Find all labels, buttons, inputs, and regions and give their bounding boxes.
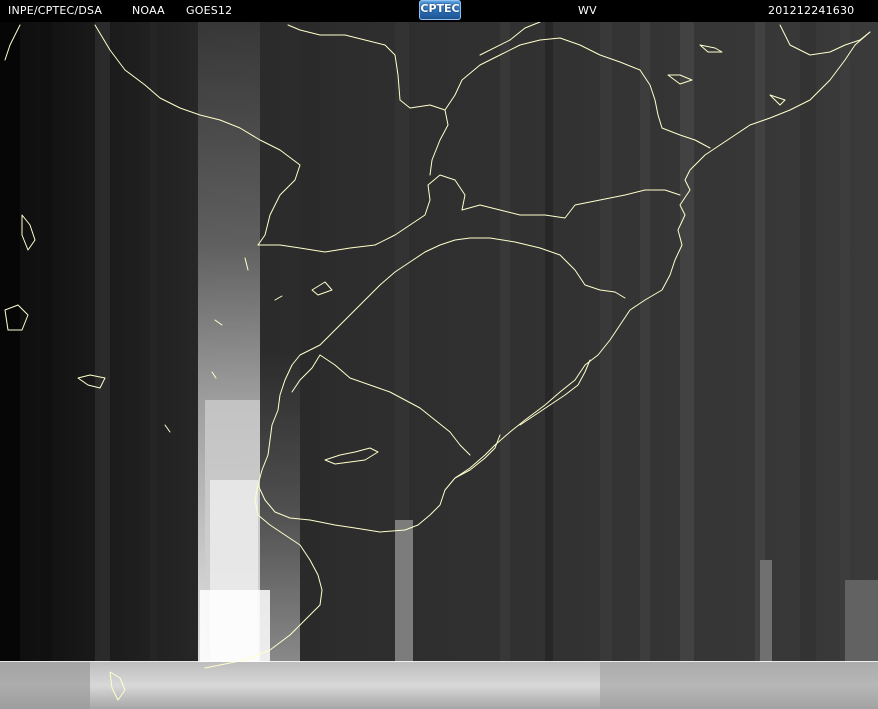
boundary-brazil-north <box>287 24 449 176</box>
island-west-2 <box>4 304 29 331</box>
boundary-brazil-states-2 <box>454 237 626 299</box>
small-lake <box>77 374 106 389</box>
map-overlay <box>4 21 871 701</box>
coastal-feature-3 <box>164 424 171 433</box>
lagoon-patos <box>519 359 591 426</box>
datetime-label: 201212241630 <box>768 4 855 17</box>
coastal-feature-2 <box>211 371 217 379</box>
coastal-feature-4 <box>244 257 249 271</box>
coastline-uruguay-argentina <box>257 239 456 533</box>
satellite-label: GOES12 <box>186 4 233 17</box>
boundary-argentina-north <box>94 24 301 246</box>
falklands-outline <box>109 671 126 701</box>
island-northeast-2 <box>667 74 693 85</box>
satellite-image-frame: INPE/CPTEC/DSA NOAA GOES12 CPTEC WV 2012… <box>0 0 878 709</box>
boundary-brazil-states-1 <box>461 189 681 219</box>
coastline-atlantic <box>404 31 871 531</box>
island-east <box>769 94 786 106</box>
boundary-brazil-northeast <box>444 37 711 149</box>
organization-label: INPE/CPTEC/DSA <box>8 4 103 17</box>
island-west <box>21 214 36 251</box>
coastal-feature-6 <box>311 281 333 296</box>
boundary-uruguay-brazil <box>319 354 471 456</box>
image-edge-line <box>0 661 878 662</box>
channel-label: WV <box>578 4 597 17</box>
image-header-bar: INPE/CPTEC/DSA NOAA GOES12 CPTEC WV 2012… <box>0 0 878 22</box>
coastline-rio-de-la-plata <box>204 484 323 669</box>
logo-text: CPTEC <box>420 2 460 15</box>
coastal-feature-1 <box>214 319 223 326</box>
agency-label: NOAA <box>132 4 165 17</box>
boundary-northwest <box>4 24 21 61</box>
lake-outline <box>324 447 379 465</box>
lagoon-mirim <box>454 434 501 479</box>
coastal-feature-5 <box>274 295 283 301</box>
island-northeast <box>699 44 723 53</box>
boundary-east-top <box>779 24 871 56</box>
cptec-logo: CPTEC <box>419 0 461 20</box>
